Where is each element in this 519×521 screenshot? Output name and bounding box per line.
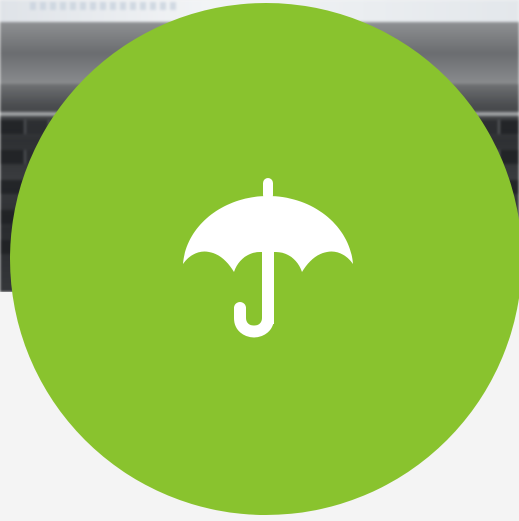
laptop-screen-content xyxy=(30,2,180,10)
hero-image xyxy=(0,0,519,521)
umbrella-icon xyxy=(183,178,353,338)
